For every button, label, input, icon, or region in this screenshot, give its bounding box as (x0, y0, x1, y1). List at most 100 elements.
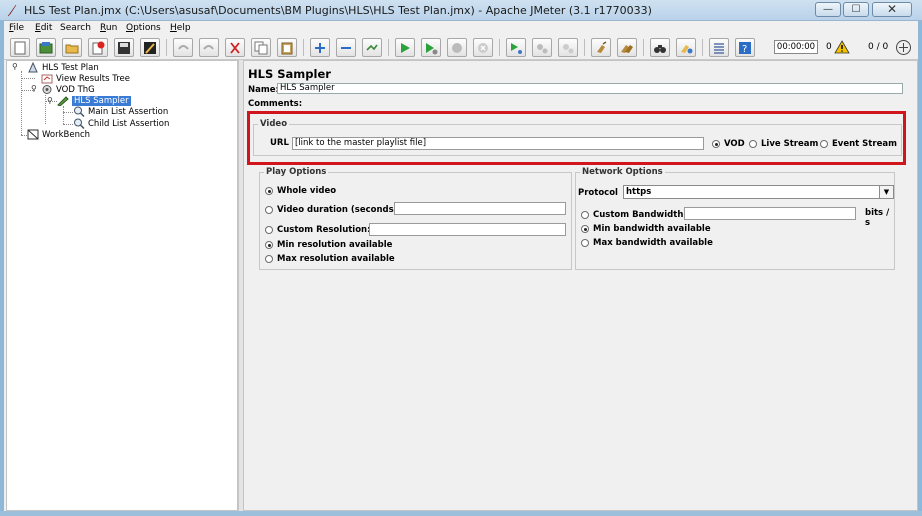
maximize-button[interactable]: ☐ (843, 2, 869, 17)
function-helper-button[interactable] (709, 38, 729, 57)
paste-icon (281, 42, 293, 54)
reset-search-button[interactable] (676, 38, 696, 57)
whole-video-radio[interactable]: Whole video (265, 186, 336, 196)
redo-icon (203, 44, 214, 50)
max-resolution-label: Max resolution available (277, 254, 395, 264)
vod-radio[interactable]: VOD (712, 139, 745, 149)
video-duration-radio[interactable]: Video duration (seconds): (265, 205, 401, 215)
tree-item-hls-sampler[interactable]: HLS Sampler (57, 95, 131, 106)
undo-button[interactable] (173, 38, 193, 57)
live-stream-radio[interactable]: Live Stream (749, 139, 818, 149)
tree-connector (21, 71, 22, 135)
custom-resolution-radio[interactable]: Custom Resolution: (265, 225, 371, 235)
collapse-all-button[interactable] (336, 38, 356, 57)
min-resolution-label: Min resolution available (277, 240, 393, 250)
magnifier-icon (74, 106, 85, 117)
window-title: HLS Test Plan.jmx (C:\Users\asusaf\Docum… (24, 4, 652, 17)
thread-count: 0 / 0 (868, 42, 889, 52)
tree-expander[interactable]: ⚲ (47, 96, 53, 105)
protocol-select[interactable]: https ▼ (623, 185, 894, 199)
broom-icon (597, 40, 607, 53)
menu-bar: File Edit Search Run Options Help (4, 21, 918, 35)
menu-search[interactable]: Search (60, 23, 91, 33)
expand-all-button[interactable] (310, 38, 330, 57)
menu-run[interactable]: Run (100, 23, 117, 33)
copy-button[interactable] (251, 38, 271, 57)
menu-file-label: ile (13, 23, 25, 33)
paste-button[interactable] (277, 38, 297, 57)
min-resolution-radio[interactable]: Min resolution available (265, 240, 392, 250)
new-file-icon (14, 41, 26, 54)
redo-button[interactable] (199, 38, 219, 57)
url-field[interactable]: [link to the master playlist file] (292, 137, 704, 150)
tree-item-child-list-assertion[interactable]: Child List Assertion (73, 118, 169, 129)
remote-start-icon (511, 42, 522, 54)
custom-resolution-label: Custom Resolution: (277, 225, 371, 235)
tree-item-workbench[interactable]: WorkBench (27, 129, 90, 140)
max-bandwidth-radio[interactable]: Max bandwidth available (581, 238, 713, 248)
menu-edit-label: dit (40, 23, 53, 33)
warning-icon[interactable] (834, 40, 850, 54)
menu-edit[interactable]: Edit (35, 23, 52, 33)
max-resolution-radio[interactable]: Max resolution available (265, 254, 395, 264)
video-duration-field[interactable] (394, 202, 566, 215)
tree-label-workbench: WorkBench (42, 129, 91, 140)
help-button[interactable]: ? (735, 38, 755, 57)
templates-button[interactable] (36, 38, 56, 57)
close-button[interactable]: ✕ (872, 2, 912, 17)
custom-bandwidth-field[interactable] (684, 207, 856, 220)
menu-help[interactable]: Help (170, 23, 191, 33)
video-duration-radio-dot (265, 206, 273, 214)
open-button[interactable] (62, 38, 82, 57)
remote-status-icon (896, 40, 911, 55)
play-icon (401, 42, 410, 53)
toolbar-separator (303, 39, 304, 56)
tree-connector (45, 95, 46, 124)
menu-search-label: Search (60, 23, 91, 33)
remote-shutdown-button[interactable] (558, 38, 578, 57)
event-stream-radio[interactable]: Event Stream (820, 139, 897, 149)
clear-all-button[interactable] (617, 38, 637, 57)
new-button[interactable] (10, 38, 30, 57)
save-button[interactable] (114, 38, 134, 57)
save-as-icon (144, 41, 156, 54)
clear-button[interactable] (591, 38, 611, 57)
custom-bandwidth-radio[interactable]: Custom Bandwidth: (581, 210, 687, 220)
reset-search-icon (681, 44, 693, 53)
tree-connector (21, 78, 35, 79)
cut-button[interactable] (225, 38, 245, 57)
help-icon: ? (739, 41, 751, 55)
results-tree-icon (41, 74, 53, 84)
tree-item-test-plan[interactable]: HLS Test Plan (27, 62, 99, 73)
min-bandwidth-radio[interactable]: Min bandwidth available (581, 224, 711, 234)
save-as-button[interactable] (140, 38, 160, 57)
name-field[interactable]: HLS Sampler (277, 83, 903, 94)
remote-stop-button[interactable] (532, 38, 552, 57)
vod-radio-label: VOD (724, 139, 745, 149)
menu-options[interactable]: Options (126, 23, 161, 33)
search-button[interactable] (650, 38, 670, 57)
tree-item-vod-thg[interactable]: VOD ThG (41, 84, 95, 95)
remote-shutdown-icon (563, 43, 574, 53)
menu-file[interactable]: File (9, 23, 24, 33)
minimize-button[interactable]: — (815, 2, 841, 17)
tree-label-main-list-assertion: Main List Assertion (88, 106, 169, 117)
start-button[interactable] (395, 38, 415, 57)
menu-help-key: H (170, 23, 177, 33)
remote-stop-icon (537, 43, 548, 53)
custom-resolution-field[interactable] (369, 223, 566, 236)
shutdown-button[interactable] (473, 38, 493, 57)
play-options-group: Play Options Whole video Video duration … (259, 167, 572, 270)
tree-item-view-results-tree[interactable]: View Results Tree (41, 73, 130, 84)
tree-expander[interactable]: ⚲ (31, 84, 37, 93)
stop-button[interactable] (447, 38, 467, 57)
start-no-pauses-button[interactable] (421, 38, 441, 57)
close-plan-button[interactable] (88, 38, 108, 57)
remote-start-button[interactable] (506, 38, 526, 57)
tree-expander[interactable]: ⚲ (12, 62, 18, 71)
toggle-button[interactable] (362, 38, 382, 57)
toolbar-separator (702, 39, 703, 56)
tree-item-main-list-assertion[interactable]: Main List Assertion (73, 106, 168, 117)
menu-run-label: un (105, 23, 118, 33)
tree-label-vod-thg: VOD ThG (56, 84, 95, 95)
